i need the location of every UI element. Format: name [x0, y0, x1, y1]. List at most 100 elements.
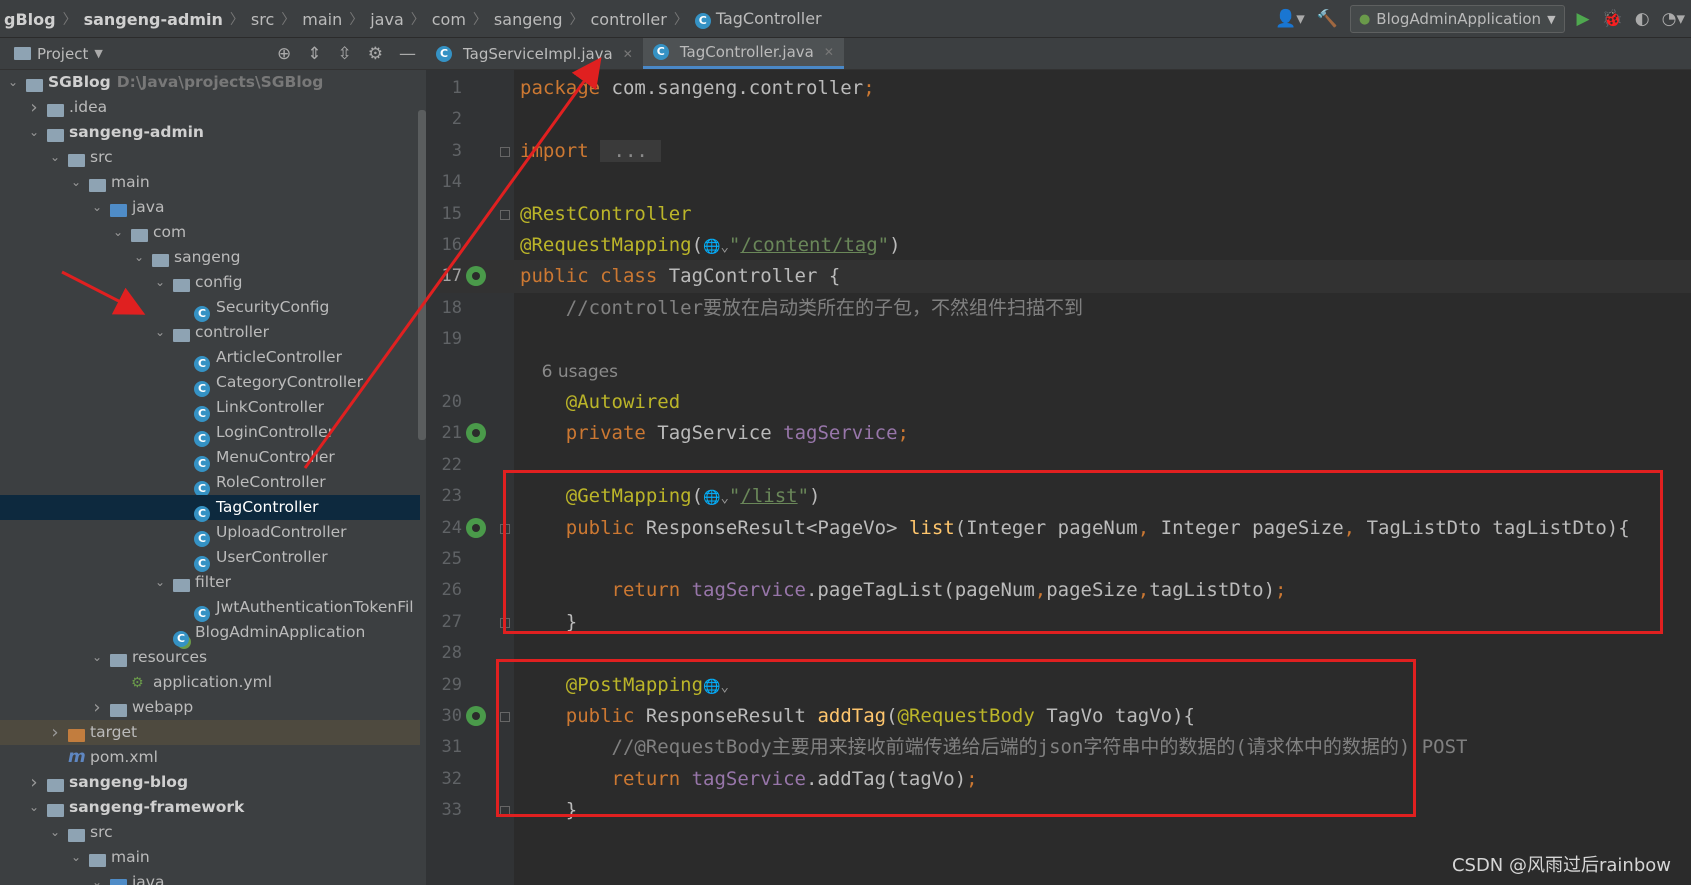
tree-node[interactable]: ⌄ java	[0, 195, 420, 220]
code-line[interactable]: 17 public class TagController {	[426, 260, 1691, 294]
chevron-down-icon[interactable]: ▼	[94, 47, 102, 60]
tree-node[interactable]: ⌄ controller	[0, 320, 420, 345]
build-hammer-icon[interactable]: 🔨	[1317, 9, 1338, 29]
chevron-down-icon[interactable]: ⌄	[111, 220, 125, 245]
chevron-down-icon[interactable]: ⌄	[90, 195, 104, 220]
chevron-right-icon[interactable]: ›	[27, 95, 41, 120]
chevron-down-icon[interactable]: ⌄	[69, 170, 83, 195]
user-icon[interactable]: 👤▾	[1275, 9, 1305, 29]
tree-node[interactable]: C SecurityConfig	[0, 295, 420, 322]
tree-node[interactable]: C UserController	[0, 545, 420, 572]
chevron-down-icon[interactable]: ⌄	[132, 245, 146, 270]
breadcrumb-item[interactable]: gBlog	[0, 10, 60, 29]
tree-node[interactable]: › target	[0, 720, 420, 745]
code-line[interactable]: 1 package com.sangeng.controller;	[426, 72, 1691, 105]
spring-bean-gutter-icon[interactable]	[466, 423, 486, 444]
scrollbar[interactable]	[418, 110, 426, 440]
run-configuration-select[interactable]: ● BlogAdminApplication ▼	[1349, 5, 1565, 33]
fold-marker-icon[interactable]	[500, 146, 510, 157]
debug-icon[interactable]: 🐞	[1602, 9, 1623, 29]
code-line[interactable]: 20 @Autowired	[426, 386, 1691, 419]
breadcrumb-item[interactable]: src	[247, 10, 278, 29]
close-icon[interactable]: ✕	[824, 45, 834, 59]
chevron-down-icon[interactable]: ⌄	[48, 145, 62, 170]
code-line[interactable]: 2	[426, 103, 1691, 136]
tree-node[interactable]: C LinkController	[0, 395, 420, 422]
tree-node[interactable]: ⌄ SGBlog D:\Java\projects\SGBlog	[0, 70, 420, 95]
fold-marker-icon[interactable]	[500, 209, 510, 220]
chevron-down-icon[interactable]: ⌄	[6, 70, 20, 95]
expand-all-icon[interactable]: ⇕	[307, 44, 321, 64]
breadcrumb-item[interactable]: main	[298, 10, 346, 29]
tree-node[interactable]: ⌄ sangeng	[0, 245, 420, 270]
tree-node[interactable]: C LoginController	[0, 420, 420, 447]
code-line[interactable]: 15 @RestController	[426, 198, 1691, 231]
tree-node[interactable]: ⌄ filter	[0, 570, 420, 595]
profile-icon[interactable]: ◔▾	[1662, 9, 1685, 29]
tree-node[interactable]: ⌄ sangeng-framework	[0, 795, 420, 820]
tree-node[interactable]: C CategoryController	[0, 370, 420, 397]
code-line[interactable]: 6 usages	[426, 355, 1691, 388]
minimize-icon[interactable]: —	[399, 44, 416, 64]
spring-bean-gutter-icon[interactable]	[466, 266, 486, 287]
breadcrumb-item[interactable]: sangeng-admin	[80, 10, 227, 29]
tree-node[interactable]: ⌄ sangeng-admin	[0, 120, 420, 145]
chevron-down-icon[interactable]: ⌄	[27, 795, 41, 820]
locate-icon[interactable]: ⊕	[277, 44, 291, 64]
tree-node[interactable]: C BlogAdminApplication	[0, 620, 420, 647]
tree-node[interactable]: › sangeng-blog	[0, 770, 420, 795]
spring-bean-gutter-icon[interactable]	[466, 517, 486, 538]
editor-tab[interactable]: C TagServiceImpl.java ✕	[426, 38, 643, 69]
tree-node[interactable]: ⌄ config	[0, 270, 420, 295]
tree-node[interactable]: ⌄ main	[0, 845, 420, 870]
code-line[interactable]: 18 //controller要放在启动类所在的子包，不然组件扫描不到	[426, 292, 1691, 325]
tree-node[interactable]: C RoleController	[0, 470, 420, 497]
tree-node[interactable]: › webapp	[0, 695, 420, 720]
tree-node[interactable]: C UploadController	[0, 520, 420, 547]
code-token[interactable]: /content/tag	[740, 234, 877, 256]
tree-node[interactable]: ⌄ src	[0, 145, 420, 170]
tree-node[interactable]: ⌄ src	[0, 820, 420, 845]
tree-node[interactable]: ⌄ com	[0, 220, 420, 245]
tree-node[interactable]: C TagController	[0, 495, 420, 522]
breadcrumb-item[interactable]: com	[428, 10, 470, 29]
breadcrumb-item[interactable]: controller	[587, 10, 671, 29]
collapse-all-icon[interactable]: ⇳	[338, 44, 352, 64]
editor-tab[interactable]: C TagController.java ✕	[642, 38, 844, 69]
chevron-down-icon[interactable]: ⌄	[48, 820, 62, 845]
code-line[interactable]: 14	[426, 166, 1691, 199]
chevron-right-icon[interactable]: ›	[27, 770, 41, 795]
code-line[interactable]: 16 @RequestMapping(🌐⌄"/content/tag")	[426, 229, 1691, 262]
chevron-down-icon[interactable]: ⌄	[153, 320, 167, 345]
web-endpoint-icon[interactable]: 🌐⌄	[703, 231, 729, 264]
tree-node[interactable]: › .idea	[0, 95, 420, 120]
breadcrumb-item[interactable]: C TagController	[691, 9, 826, 29]
chevron-down-icon[interactable]: ⌄	[153, 270, 167, 295]
tree-node[interactable]: C JwtAuthenticationTokenFil	[0, 595, 420, 622]
gear-icon[interactable]: ⚙	[368, 44, 383, 64]
coverage-icon[interactable]: ◐	[1635, 9, 1650, 29]
tree-node[interactable]: m pom.xml	[0, 745, 420, 770]
code-line[interactable]: 19	[426, 323, 1691, 356]
tree-node[interactable]: ⌄ java	[0, 870, 420, 885]
breadcrumb-item[interactable]: java	[366, 10, 408, 29]
spring-bean-gutter-icon[interactable]	[466, 706, 486, 726]
chevron-down-icon[interactable]: ⌄	[90, 870, 104, 885]
tree-node[interactable]: C MenuController	[0, 445, 420, 472]
code-line[interactable]: 3 import ...	[426, 135, 1691, 168]
tree-node[interactable]: ⌄ resources	[0, 645, 420, 670]
tree-node[interactable]: ⚙ application.yml	[0, 670, 420, 695]
chevron-down-icon[interactable]: ⌄	[153, 570, 167, 595]
tree-node[interactable]: C ArticleController	[0, 345, 420, 372]
close-icon[interactable]: ✕	[623, 47, 633, 61]
tree-node[interactable]: ⌄ main	[0, 170, 420, 195]
folded-region[interactable]: ...	[600, 139, 662, 162]
chevron-right-icon[interactable]: ›	[48, 720, 62, 745]
chevron-down-icon[interactable]: ⌄	[69, 845, 83, 870]
project-panel-title[interactable]: Project	[37, 45, 88, 63]
chevron-right-icon[interactable]: ›	[90, 695, 104, 720]
chevron-down-icon[interactable]: ⌄	[27, 120, 41, 145]
chevron-down-icon[interactable]: ⌄	[90, 645, 104, 670]
code-line[interactable]: 21 private TagService tagService;	[426, 417, 1691, 450]
breadcrumb-item[interactable]: sangeng	[490, 10, 567, 29]
